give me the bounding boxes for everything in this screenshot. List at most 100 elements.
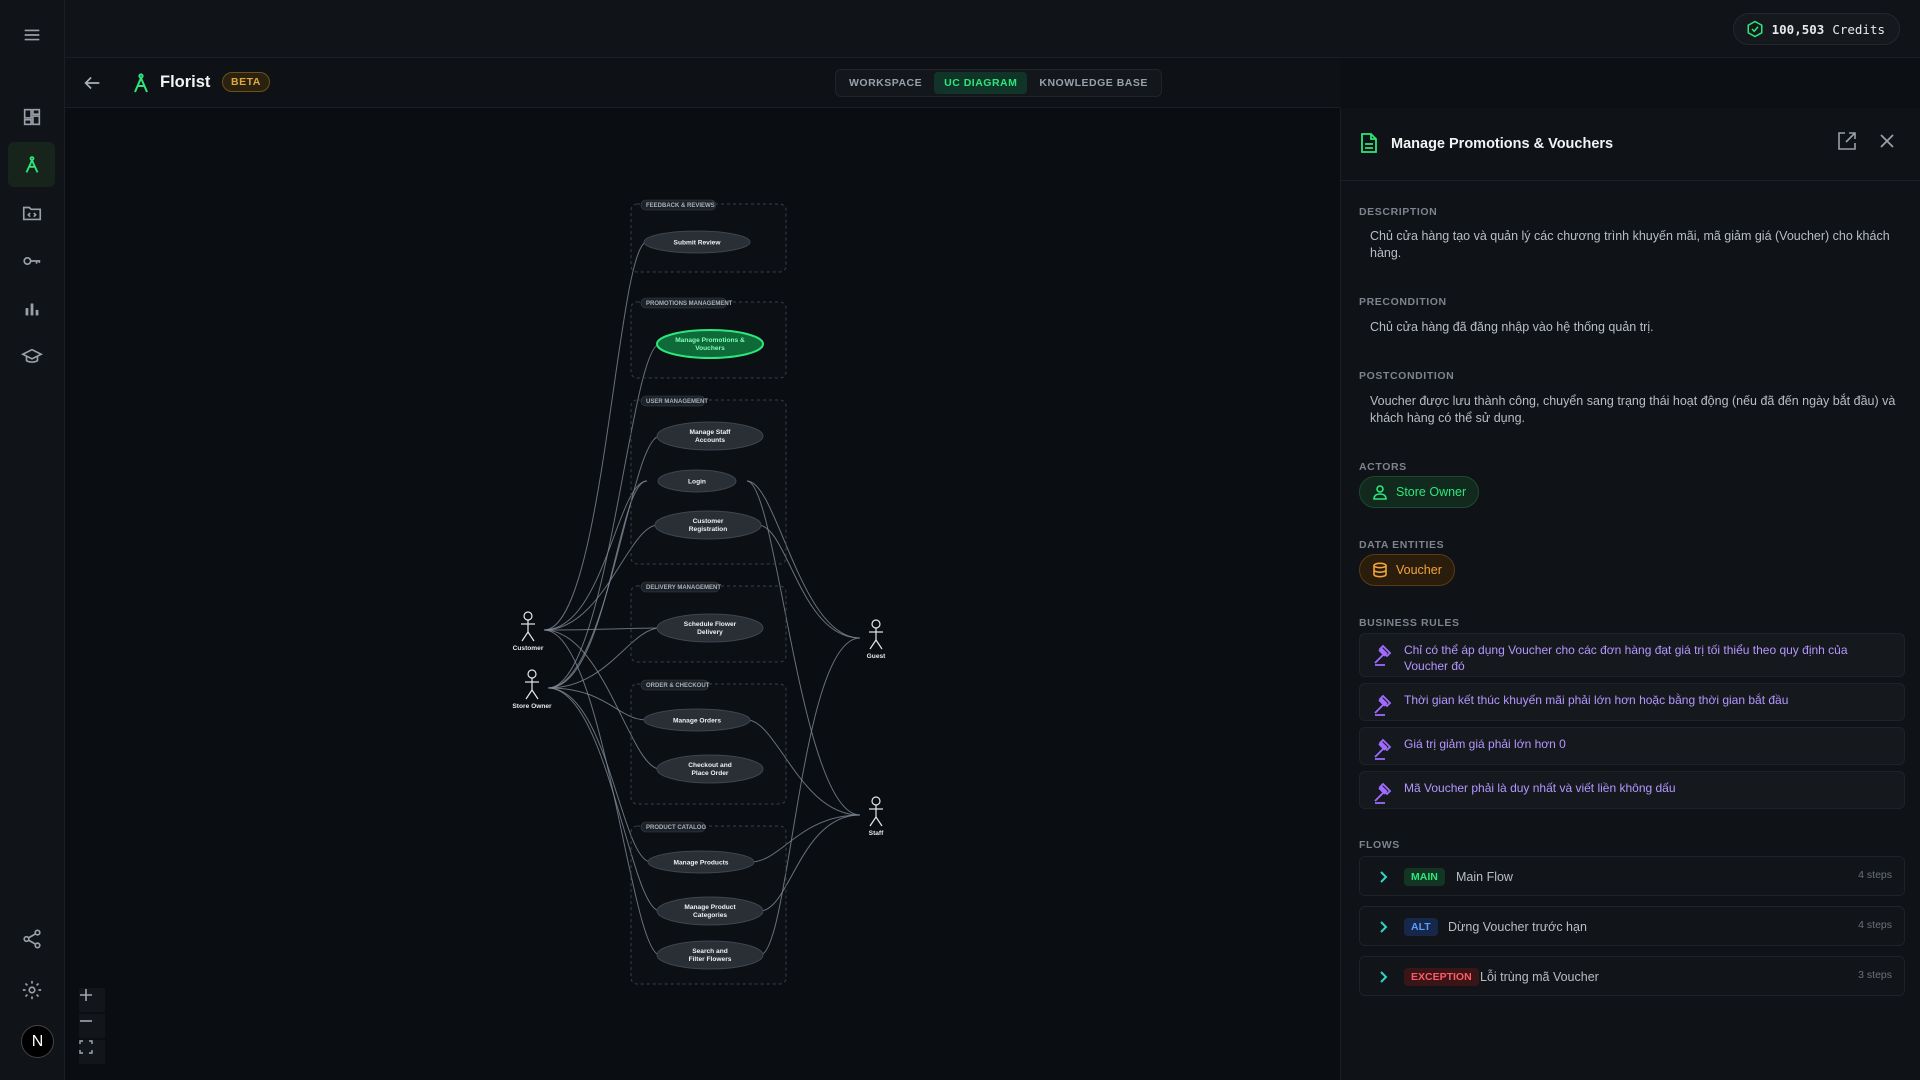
flow-type-badge: MAIN <box>1404 868 1445 886</box>
use-case-label: Accounts <box>695 437 725 444</box>
share-icon[interactable] <box>8 916 55 961</box>
tab-uc-diagram[interactable]: UC DIAGRAM <box>934 72 1028 94</box>
tab-workspace[interactable]: WORKSPACE <box>839 72 932 94</box>
document-icon <box>1359 132 1379 154</box>
actor-leg <box>527 631 535 642</box>
open-external-icon[interactable] <box>1836 130 1858 152</box>
project-compass-icon[interactable] <box>8 142 55 187</box>
group-title: USER MANAGEMENT <box>646 399 708 405</box>
gavel-icon <box>1372 738 1394 760</box>
use-case-ellipse[interactable] <box>656 329 764 359</box>
settings-gear-icon[interactable] <box>8 967 55 1012</box>
actor-label: Guest <box>867 653 886 660</box>
actor-chip[interactable]: Store Owner <box>1359 476 1480 508</box>
use-case-node[interactable]: Submit Review <box>643 230 751 254</box>
use-case-diagram[interactable]: FEEDBACK & REVIEWS Submit Review PROMOTION… <box>65 108 1340 1080</box>
use-case-label: Place Order <box>691 770 728 777</box>
gavel-icon <box>1372 782 1394 804</box>
folder-code-icon[interactable] <box>8 190 55 235</box>
tab-knowledge-base[interactable]: KNOWLEDGE BASE <box>1029 72 1158 94</box>
use-case-label: Customer <box>693 518 724 525</box>
use-case-node[interactable]: Manage Orders <box>643 708 751 732</box>
credits-amount: 100,503 <box>1771 21 1825 37</box>
flow-row-alt[interactable]: ALT Dừng Voucher trước hạn 4 steps <box>1359 906 1905 946</box>
left-rail: N <box>0 0 65 1080</box>
postcondition-label: POSTCONDITION <box>1359 370 1455 382</box>
credits-badge[interactable]: 100,503 Credits <box>1732 13 1900 45</box>
use-case-node[interactable]: Manage ProductCategories <box>656 896 764 926</box>
use-case-label: Registration <box>689 526 727 533</box>
actor-figure[interactable]: Store Owner <box>512 669 552 710</box>
use-case-label: Submit Review <box>674 240 722 247</box>
panel-header: Manage Promotions & Vouchers <box>1341 108 1920 181</box>
group-title: ORDER & CHECKOUT <box>646 683 710 689</box>
actor-label: Staff <box>869 830 884 837</box>
user-avatar[interactable]: N <box>21 1025 54 1058</box>
actor-leg <box>875 639 883 650</box>
use-case-label: Delivery <box>697 629 723 636</box>
fit-view-button[interactable] <box>79 1040 105 1064</box>
view-tabs: WORKSPACE UC DIAGRAM KNOWLEDGE BASE <box>835 69 1162 97</box>
use-case-label: Manage Staff <box>689 429 731 436</box>
flow-name: Dừng Voucher trước hạn <box>1448 920 1587 934</box>
diagram-canvas[interactable]: FEEDBACK & REVIEWS Submit Review PROMOTION… <box>65 108 1340 1080</box>
use-case-node[interactable]: Login <box>657 469 737 493</box>
use-case-node[interactable]: Manage Promotions &Vouchers <box>656 329 764 359</box>
actor-label: Customer <box>513 645 544 652</box>
use-case-ellipse[interactable] <box>656 940 764 970</box>
use-case-label: Checkout and <box>688 762 732 769</box>
actor-figure[interactable]: Guest <box>867 619 886 660</box>
back-arrow-icon[interactable] <box>81 72 103 94</box>
use-case-node[interactable]: Manage StaffAccounts <box>656 421 764 451</box>
close-icon[interactable] <box>1876 130 1898 152</box>
key-icon[interactable] <box>8 238 55 283</box>
flow-row-exception[interactable]: EXCEPTION Lỗi trùng mã Voucher 3 steps <box>1359 956 1905 996</box>
menu-icon[interactable] <box>8 12 55 57</box>
group-title: PRODUCT CATALOG <box>646 825 706 831</box>
group-title: DELIVERY MANAGEMENT <box>646 585 721 591</box>
project-name: Florist <box>160 73 211 91</box>
actor-label: Store Owner <box>512 703 552 710</box>
use-case-ellipse[interactable] <box>656 896 764 926</box>
use-case-ellipse[interactable] <box>656 613 764 643</box>
flow-steps: 4 steps <box>1858 919 1892 931</box>
use-case-ellipse[interactable] <box>656 754 764 784</box>
credits-label: Credits <box>1832 21 1885 37</box>
flow-name: Lỗi trùng mã Voucher <box>1480 970 1599 984</box>
actor-head <box>527 669 537 679</box>
bar-chart-icon[interactable] <box>8 286 55 331</box>
actor-figure[interactable]: Staff <box>869 796 884 837</box>
actor-figure[interactable]: Customer <box>513 611 544 652</box>
use-case-detail-panel: Manage Promotions & Vouchers DESCRIPTION… <box>1340 108 1920 1080</box>
business-rule-item: Mã Voucher phải là duy nhất và viết liền… <box>1359 771 1905 809</box>
use-case-ellipse[interactable] <box>656 421 764 451</box>
use-case-node[interactable]: Checkout andPlace Order <box>656 754 764 784</box>
use-case-node[interactable]: Schedule FlowerDelivery <box>656 613 764 643</box>
flow-steps: 3 steps <box>1858 969 1892 981</box>
use-case-ellipse[interactable] <box>654 510 762 540</box>
actor-leg <box>525 689 533 700</box>
business-rule-text: Thời gian kết thúc khuyến mãi phải lớn h… <box>1404 693 1789 707</box>
flow-row-main[interactable]: MAIN Main Flow 4 steps <box>1359 856 1905 896</box>
actor-head <box>871 796 881 806</box>
entity-chip[interactable]: Voucher <box>1359 554 1455 586</box>
graduation-cap-icon[interactable] <box>8 334 55 379</box>
group-title: PROMOTIONS MANAGEMENT <box>646 301 733 307</box>
dashboard-icon[interactable] <box>8 94 55 139</box>
zoom-out-button[interactable] <box>79 1014 105 1038</box>
actor-head <box>523 611 533 621</box>
zoom-in-button[interactable] <box>79 988 105 1012</box>
project-header: Florist BETA WORKSPACE UC DIAGRAM KNOWLE… <box>65 58 1340 108</box>
gavel-icon <box>1372 644 1394 666</box>
group-title: FEEDBACK & REVIEWS <box>646 203 715 209</box>
actors-label: ACTORS <box>1359 461 1407 473</box>
use-case-node[interactable]: Manage Products <box>647 850 755 874</box>
flow-name: Main Flow <box>1456 870 1513 884</box>
use-case-node[interactable]: CustomerRegistration <box>654 510 762 540</box>
user-icon <box>1373 485 1387 500</box>
use-case-node[interactable]: Search andFilter Flowers <box>656 940 764 970</box>
flow-steps: 4 steps <box>1858 869 1892 881</box>
data-entities-label: DATA ENTITIES <box>1359 539 1445 551</box>
flow-type-badge: EXCEPTION <box>1404 968 1479 986</box>
use-case-label: Vouchers <box>695 345 725 352</box>
